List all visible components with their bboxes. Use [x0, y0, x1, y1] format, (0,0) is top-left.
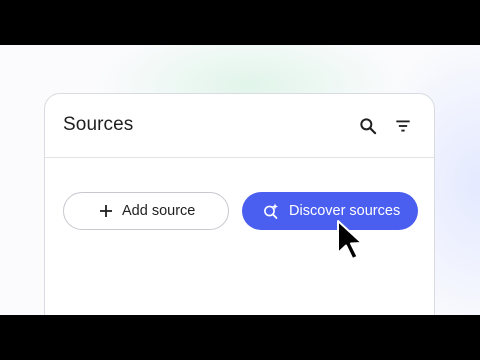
panel-title: Sources — [63, 114, 134, 135]
search-icon — [360, 118, 377, 135]
search-button[interactable] — [355, 113, 381, 139]
sparkle-search-icon — [262, 202, 280, 220]
plus-icon — [99, 204, 113, 218]
filter-icon — [396, 120, 410, 132]
video-frame: Sources Add source Discover sources — [0, 45, 480, 315]
filter-button[interactable] — [390, 113, 416, 139]
discover-sources-button[interactable]: Discover sources — [242, 192, 418, 230]
discover-sources-label: Discover sources — [289, 203, 401, 219]
sources-panel-header: Sources — [45, 94, 434, 157]
header-divider — [45, 157, 434, 158]
sources-panel: Sources Add source Discover sources — [44, 93, 435, 315]
add-source-label: Add source — [122, 203, 196, 219]
mouse-pointer-icon — [337, 220, 363, 260]
add-source-button[interactable]: Add source — [63, 192, 229, 230]
